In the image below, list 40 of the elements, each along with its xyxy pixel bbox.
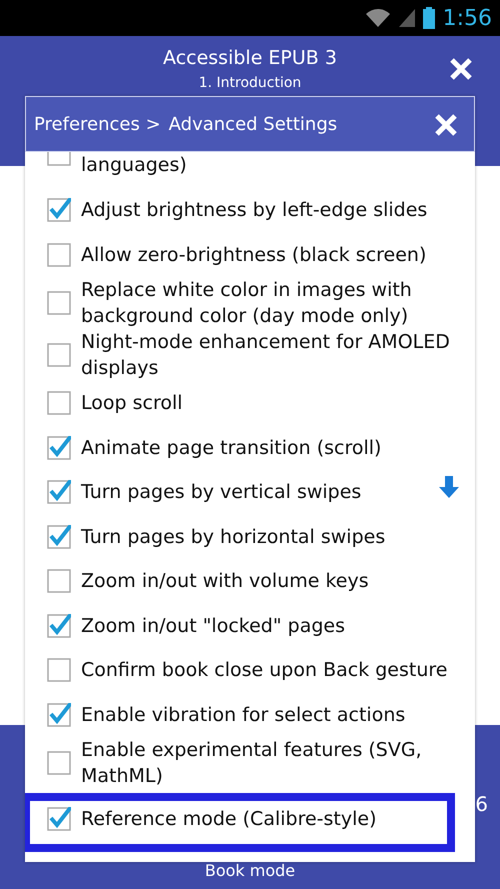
option-label: Allow zero-brightness (black screen) (81, 242, 428, 268)
mode-label: Book mode (204, 860, 296, 882)
checkbox[interactable] (47, 291, 71, 315)
signal-icon (398, 9, 415, 27)
option-label: Enable vibration for select actions (81, 702, 406, 728)
option-label: Reference mode (Calibre-style) (81, 807, 378, 832)
checkbox[interactable] (47, 391, 71, 416)
checkbox[interactable] (47, 751, 71, 775)
option-label: languages) (81, 153, 188, 178)
close-button[interactable] (449, 56, 473, 81)
option-label: Zoom in/out with volume keys (81, 569, 370, 594)
book-title: Accessible EPUB 3 (162, 46, 338, 71)
clock-time: 1:56 (442, 4, 492, 32)
option-label: Adjust brightness by left-edge slides (81, 198, 428, 224)
wifi-icon (364, 8, 391, 28)
checkbox[interactable] (47, 702, 71, 727)
checkbox[interactable] (47, 480, 71, 504)
checkbox[interactable] (47, 614, 71, 638)
checkbox[interactable] (47, 436, 71, 460)
option-label: Night-mode enhancement for AMOLED displays (81, 330, 451, 381)
option-label: Replace white color in images with background color (day mode only) (81, 278, 413, 329)
checkbox[interactable] (47, 242, 71, 267)
option-label: Confirm book close upon Back gesture (81, 658, 448, 684)
option-label: Enable experimental features (SVG, MathML) (81, 738, 423, 789)
breadcrumb-link[interactable]: Preferences > (34, 110, 161, 138)
page-number: 6 (475, 791, 488, 818)
option-label: Loop scroll (81, 391, 184, 416)
checkbox[interactable] (47, 658, 71, 682)
battery-icon (422, 7, 435, 29)
chapter-title: 1. Introduction (198, 74, 302, 92)
checkbox[interactable] (47, 198, 71, 222)
option-label: Turn pages by vertical swipes (81, 480, 362, 506)
option-label: Zoom in/out "locked" pages (81, 614, 346, 639)
dialog-title: Advanced Settings (168, 112, 338, 136)
checkbox[interactable] (47, 524, 71, 549)
checkbox[interactable] (47, 569, 71, 594)
option-label: Turn pages by horizontal swipes (81, 524, 386, 550)
checkbox[interactable] (47, 343, 71, 367)
option-label: Animate page transition (scroll) (81, 436, 382, 461)
checkbox[interactable] (47, 807, 71, 832)
